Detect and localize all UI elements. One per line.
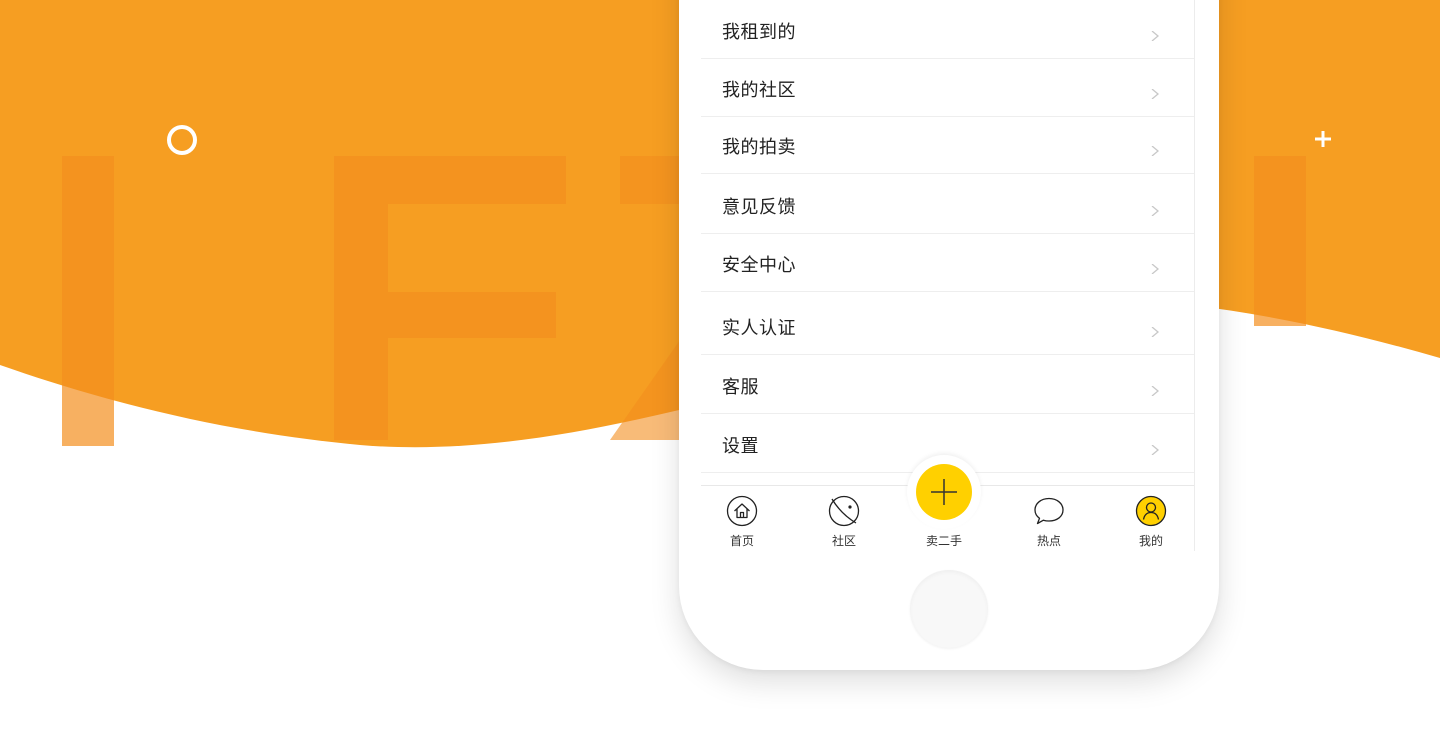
chevron-right-icon	[1151, 386, 1160, 396]
tab-label: 社区	[831, 534, 856, 548]
plus-icon	[931, 479, 957, 505]
menu-item-community[interactable]: 我的社区	[701, 59, 1194, 117]
user-icon	[1135, 495, 1167, 527]
menu-item-label: 客服	[722, 377, 759, 398]
home-button[interactable]	[910, 570, 988, 648]
chat-bubble-icon	[1034, 497, 1064, 525]
bg-letter-stroke	[62, 156, 114, 446]
home-icon	[726, 495, 758, 527]
tab-label: 我的	[1138, 534, 1163, 548]
tab-mine[interactable]: 我的	[1111, 486, 1191, 551]
chevron-right-icon	[1151, 206, 1160, 216]
orange-wave-right	[1190, 0, 1440, 358]
chevron-right-icon	[1151, 89, 1160, 99]
tab-community[interactable]: 社区	[804, 486, 884, 551]
menu-item-label: 我租到的	[722, 22, 796, 43]
menu-item-auction[interactable]: 我的拍卖	[701, 117, 1194, 174]
tab-label: 卖二手	[925, 534, 962, 548]
chevron-right-icon	[1151, 327, 1160, 337]
planet-icon	[828, 495, 860, 527]
menu-item-feedback[interactable]: 意见反馈	[701, 174, 1194, 234]
menu-item-label: 我的拍卖	[722, 137, 796, 158]
menu-item-label: 我的社区	[722, 80, 796, 101]
sell-button[interactable]	[916, 464, 972, 520]
chevron-right-icon	[1151, 445, 1160, 455]
bg-letter-stroke-right	[1254, 156, 1306, 326]
chevron-right-icon	[1151, 31, 1160, 41]
menu-item-rented[interactable]: 我租到的	[701, 0, 1194, 59]
menu-item-label: 设置	[722, 436, 759, 457]
menu-item-verification[interactable]: 实人认证	[701, 292, 1194, 355]
menu-item-label: 安全中心	[722, 255, 796, 276]
chevron-right-icon	[1151, 264, 1160, 274]
menu-item-customer-service[interactable]: 客服	[701, 355, 1194, 414]
tab-label: 热点	[1036, 534, 1061, 548]
tab-label: 首页	[729, 534, 754, 548]
menu-item-security[interactable]: 安全中心	[701, 234, 1194, 292]
tab-home[interactable]: 首页	[702, 486, 782, 551]
menu-item-label: 意见反馈	[722, 197, 796, 218]
chevron-right-icon	[1151, 146, 1160, 156]
tab-hot[interactable]: 热点	[1009, 486, 1089, 551]
phone-screen: 我租到的 我的社区 我的拍卖 意见反馈 安全中心 实人认证 客服 设置 首页 社…	[701, 0, 1195, 551]
menu-item-label: 实人认证	[722, 318, 796, 339]
